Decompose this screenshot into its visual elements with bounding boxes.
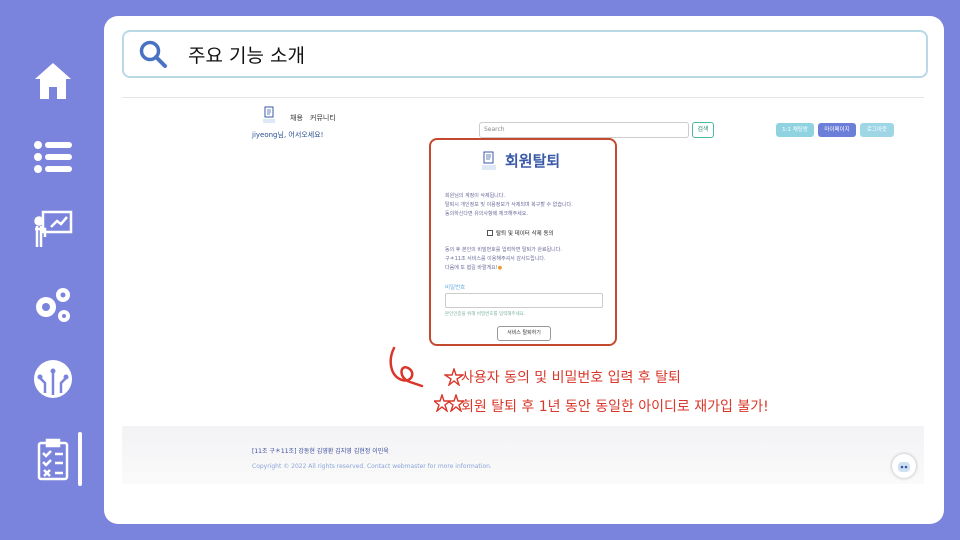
swirl-arrow-icon bbox=[389, 346, 424, 388]
card-title: 회원탈퇴 bbox=[505, 152, 561, 170]
nav-link-community[interactable]: 커뮤니티 bbox=[310, 113, 336, 123]
consent-checkbox-row[interactable]: 탈퇴 및 데이터 삭제 동의 bbox=[487, 229, 554, 237]
info-line-1: 동의 후 본인의 비밀번호를 입력하면 탈퇴가 완료됩니다. bbox=[445, 247, 562, 253]
site-search-button[interactable]: 검색 bbox=[692, 122, 714, 138]
withdraw-button[interactable]: 서비스 탈퇴하기 bbox=[497, 326, 551, 341]
password-label: 비밀번호 bbox=[445, 285, 466, 291]
divider bbox=[122, 97, 924, 98]
mypage-pill[interactable]: 마이페이지 bbox=[818, 123, 856, 137]
search-icon bbox=[139, 40, 167, 68]
chatbot-button[interactable] bbox=[892, 454, 916, 478]
clipboard-checklist-icon[interactable] bbox=[30, 436, 76, 482]
card-header: 회원탈퇴 bbox=[481, 150, 560, 171]
notice-line-2: 탈퇴시 개인정보 및 이용정보가 삭제되며 복구할 수 없습니다. bbox=[445, 202, 573, 208]
site-nav: 채용 커뮤니티 Search 검색 1:1 채팅방 마이페이지 로그아웃 bbox=[256, 104, 894, 138]
double-star-doodle-icon bbox=[434, 394, 464, 412]
nav-link-jobs[interactable]: 채용 bbox=[290, 113, 303, 123]
main-panel: 주요 기능 소개 채용 커뮤니티 Search 검색 1:1 채팅방 마이페이지… bbox=[104, 16, 944, 524]
annotation-line-1: 사용자 동의 및 비밀번호 입력 후 탈퇴 bbox=[461, 370, 681, 386]
annotation-line-2: 회원 탈퇴 후 1년 동안 동일한 아이디로 재가입 불가! bbox=[461, 399, 769, 415]
password-input[interactable] bbox=[445, 293, 603, 308]
footer-copyright: Copyright © 2022 All rights reserved. Co… bbox=[252, 463, 492, 470]
chat-room-pill[interactable]: 1:1 채팅방 bbox=[776, 123, 814, 137]
welcome-text: jiyeong님, 어서오세요! bbox=[252, 131, 324, 139]
circuit-brain-icon[interactable] bbox=[30, 356, 76, 402]
site-footer: [11조 구＊11조] 강동현 김영환 김지영 김현정 이민욱 Copyrigh… bbox=[122, 426, 924, 484]
site-logo[interactable] bbox=[262, 106, 276, 126]
consent-checkbox[interactable] bbox=[487, 230, 493, 236]
search-title: 주요 기능 소개 bbox=[188, 44, 305, 67]
search-bar[interactable]: 주요 기능 소개 bbox=[122, 30, 928, 78]
consent-label: 탈퇴 및 데이터 삭제 동의 bbox=[496, 231, 554, 237]
notice-line-3: 동의하신다면 유의사항에 체크해주세요. bbox=[445, 211, 528, 217]
footer-team: [11조 구＊11조] 강동현 김영환 김지영 김현정 이민욱 bbox=[252, 448, 389, 455]
notice-line-1: 회원님의 계정이 삭제됩니다. bbox=[445, 193, 505, 199]
withdraw-card: 회원탈퇴 회원님의 계정이 삭제됩니다. 탈퇴시 개인정보 및 이용정보가 삭제… bbox=[429, 138, 617, 346]
logout-pill[interactable]: 로그아웃 bbox=[860, 123, 894, 137]
site-search-input[interactable]: Search bbox=[479, 122, 689, 138]
presentation-icon[interactable] bbox=[30, 206, 76, 252]
chatbot-icon bbox=[898, 462, 910, 472]
gears-icon[interactable] bbox=[30, 282, 76, 328]
password-hint: 본인인증을 위해 비밀번호를 입력해주세요. bbox=[445, 312, 526, 317]
card-logo-icon bbox=[482, 151, 496, 170]
left-rail bbox=[0, 0, 104, 540]
info-line-2: 구＊11조 서비스를 이용해주셔서 감사드립니다. bbox=[445, 256, 546, 262]
info-line-3: 다음에 또 뵙길 바랄게요!● bbox=[445, 265, 503, 271]
active-indicator bbox=[78, 432, 82, 486]
home-icon[interactable] bbox=[30, 58, 76, 104]
list-icon[interactable] bbox=[30, 134, 76, 180]
